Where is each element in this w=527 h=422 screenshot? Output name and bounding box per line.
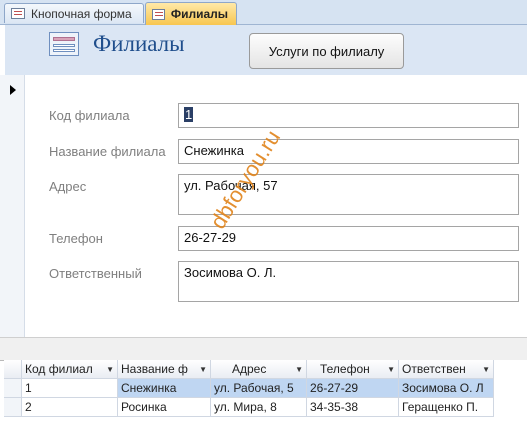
- tab-switchboard-form[interactable]: Кнопочная форма: [4, 3, 144, 23]
- cell-phone[interactable]: 26-27-29: [307, 379, 399, 398]
- cell-code[interactable]: 2: [22, 398, 118, 417]
- record-selector[interactable]: [0, 75, 25, 337]
- select-all-corner[interactable]: [4, 360, 22, 379]
- branch-name-field[interactable]: Снежинка: [178, 139, 519, 164]
- datasheet-header-row: Код филиал ▼ Название ф ▼ Адрес ▼ Телефон ▼ …: [4, 360, 527, 379]
- document-tab-bar: Кнопочная форма Филиалы: [0, 0, 527, 25]
- form-logo-icon: [49, 32, 79, 56]
- cell-name[interactable]: Росинка: [118, 398, 211, 417]
- dropdown-arrow-icon[interactable]: ▼: [199, 365, 207, 374]
- column-header-phone[interactable]: Телефон ▼: [307, 360, 399, 379]
- column-header-address[interactable]: Адрес ▼: [211, 360, 307, 379]
- split-form-splitter[interactable]: [0, 337, 527, 361]
- branch-services-button[interactable]: Услуги по филиалу: [249, 33, 404, 69]
- phone-label: Телефон: [49, 231, 103, 246]
- cell-name[interactable]: Снежинка: [118, 379, 211, 398]
- cell-code[interactable]: 1: [22, 379, 118, 398]
- table-row[interactable]: 1 Снежинка ул. Рабочая, 5 26-27-29 Зосим…: [4, 379, 527, 398]
- dropdown-arrow-icon[interactable]: ▼: [387, 365, 395, 374]
- branch-code-label: Код филиала: [49, 108, 130, 123]
- responsible-label: Ответственный: [49, 266, 142, 281]
- responsible-field[interactable]: Зосимова О. Л.: [178, 261, 519, 302]
- column-header-responsible[interactable]: Ответствен ▼: [399, 360, 494, 379]
- cell-phone[interactable]: 34-35-38: [307, 398, 399, 417]
- branch-code-field[interactable]: 1: [178, 103, 519, 128]
- form-header: Филиалы Услуги по филиалу: [5, 25, 527, 75]
- column-header-name[interactable]: Название ф ▼: [118, 360, 211, 379]
- page-title: Филиалы: [93, 31, 185, 56]
- address-label: Адрес: [49, 179, 87, 194]
- dropdown-arrow-icon[interactable]: ▼: [482, 365, 490, 374]
- tab-label: Филиалы: [170, 7, 228, 21]
- dropdown-arrow-icon[interactable]: ▼: [295, 365, 303, 374]
- tab-branches[interactable]: Филиалы: [145, 2, 237, 25]
- table-row[interactable]: 2 Росинка ул. Мира, 8 34-35-38 Геращенко…: [4, 398, 527, 417]
- branch-name-label: Название филиала: [49, 144, 166, 159]
- row-selector[interactable]: [4, 379, 22, 398]
- branch-code-value: 1: [184, 107, 194, 122]
- cell-address[interactable]: ул. Рабочая, 5: [211, 379, 307, 398]
- cell-responsible[interactable]: Геращенко П.: [399, 398, 494, 417]
- cell-address[interactable]: ул. Мира, 8: [211, 398, 307, 417]
- row-selector[interactable]: [4, 398, 22, 417]
- tab-label: Кнопочная форма: [31, 6, 132, 21]
- cell-responsible[interactable]: Зосимова О. Л: [399, 379, 494, 398]
- dropdown-arrow-icon[interactable]: ▼: [106, 365, 114, 374]
- column-header-code[interactable]: Код филиал ▼: [22, 360, 118, 379]
- datasheet: Код филиал ▼ Название ф ▼ Адрес ▼ Телефон ▼ …: [4, 360, 527, 422]
- form-icon: [11, 8, 25, 19]
- form-icon: [152, 8, 165, 20]
- current-record-arrow-icon: [10, 85, 16, 95]
